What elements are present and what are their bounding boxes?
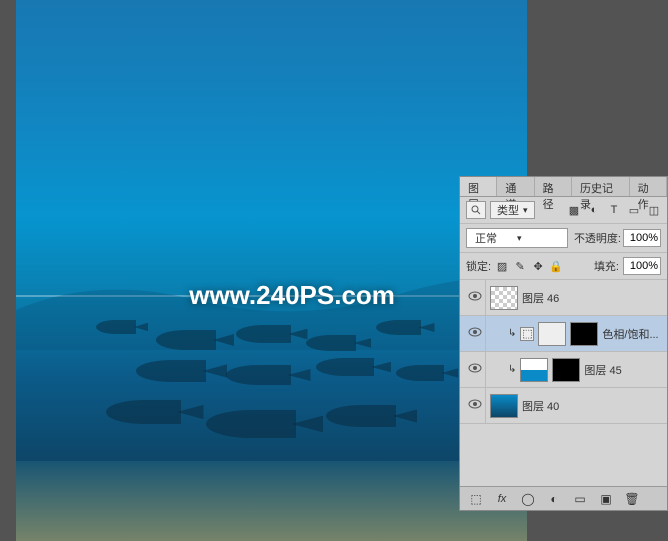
layer-name[interactable]: 图层 40: [522, 398, 559, 414]
search-icon: [471, 205, 481, 215]
layer-row[interactable]: ↳ 图层 45: [460, 352, 667, 388]
mask-thumbnail[interactable]: [570, 322, 598, 346]
blend-mode-value: 正常: [475, 230, 497, 246]
add-mask-icon[interactable]: ◯: [520, 491, 536, 507]
lock-pixels-icon[interactable]: ✎: [513, 259, 527, 273]
opacity-label: 不透明度:: [574, 230, 621, 246]
filter-pixel-icon[interactable]: ▩: [567, 203, 581, 217]
lock-icons: ▨ ✎ ✥ 🔒: [495, 259, 563, 273]
panel-tabs: 图层 通道 路径 历史记录 动作: [460, 177, 667, 197]
layer-thumbnail[interactable]: [520, 358, 548, 382]
visibility-toggle[interactable]: [468, 363, 482, 376]
blend-row: 正常 ▾ 不透明度:: [460, 224, 667, 253]
tab-actions[interactable]: 动作: [630, 177, 667, 196]
watermark-text: www.240PS.com: [189, 280, 395, 311]
layer-search[interactable]: [466, 201, 486, 219]
filter-smart-icon[interactable]: ◫: [647, 203, 661, 217]
clip-icon: ↳: [508, 364, 516, 375]
canvas[interactable]: www.240PS.com: [16, 0, 527, 541]
filter-icons: ▩ ◐ T ▭ ◫: [567, 203, 661, 217]
tab-paths[interactable]: 路径: [535, 177, 572, 196]
visibility-toggle[interactable]: [468, 291, 482, 304]
layer-row[interactable]: 图层 40: [460, 388, 667, 424]
layers-list: 图层 46 ↳ ⬚ 色相/饱和... ↳ 图层 45 图层 40: [460, 280, 667, 490]
filter-row: 类型 ▾ ▩ ◐ T ▭ ◫: [460, 197, 667, 224]
new-layer-icon[interactable]: ▣: [598, 491, 614, 507]
adjustment-thumbnail[interactable]: [538, 322, 566, 346]
link-icon[interactable]: ⬚: [520, 327, 534, 341]
layer-row[interactable]: ↳ ⬚ 色相/饱和...: [460, 316, 667, 352]
filter-type-icon[interactable]: T: [607, 203, 621, 217]
lock-all-icon[interactable]: 🔒: [549, 259, 563, 273]
tab-channels[interactable]: 通道: [497, 177, 534, 196]
layer-thumbnail[interactable]: [490, 394, 518, 418]
fx-icon[interactable]: fx: [494, 491, 510, 507]
coral-reef: [16, 461, 527, 541]
chevron-down-icon: ▾: [517, 233, 522, 244]
mask-thumbnail[interactable]: [552, 358, 580, 382]
fill-label: 填充:: [594, 258, 619, 274]
filter-type-select[interactable]: 类型 ▾: [490, 201, 535, 219]
new-adjustment-icon[interactable]: ◐: [546, 491, 562, 507]
lock-label: 锁定:: [466, 258, 491, 274]
layer-name[interactable]: 色相/饱和...: [602, 326, 658, 342]
tab-history[interactable]: 历史记录: [572, 177, 630, 196]
filter-shape-icon[interactable]: ▭: [627, 203, 641, 217]
layers-bottom-toolbar: ⬚ fx ◯ ◐ ▭ ▣ 🗑: [460, 486, 667, 510]
opacity-input[interactable]: [623, 229, 661, 247]
lock-row: 锁定: ▨ ✎ ✥ 🔒 填充:: [460, 253, 667, 280]
clip-icon: ↳: [508, 328, 516, 339]
new-group-icon[interactable]: ▭: [572, 491, 588, 507]
visibility-toggle[interactable]: [468, 327, 482, 340]
blend-mode-select[interactable]: 正常 ▾: [466, 228, 568, 248]
layer-thumbnail[interactable]: [490, 286, 518, 310]
link-layers-icon[interactable]: ⬚: [468, 491, 484, 507]
delete-layer-icon[interactable]: 🗑: [624, 491, 640, 507]
lock-position-icon[interactable]: ✥: [531, 259, 545, 273]
filter-type-label: 类型: [497, 202, 519, 218]
lock-transparency-icon[interactable]: ▨: [495, 259, 509, 273]
tab-layers[interactable]: 图层: [460, 177, 497, 196]
layer-row[interactable]: 图层 46: [460, 280, 667, 316]
fill-input[interactable]: [623, 257, 661, 275]
filter-adjust-icon[interactable]: ◐: [587, 203, 601, 217]
layers-panel: 图层 通道 路径 历史记录 动作 类型 ▾ ▩ ◐ T ▭ ◫ 正常 ▾ 不透明…: [459, 176, 668, 511]
opacity-group: 不透明度:: [574, 229, 661, 247]
chevron-down-icon: ▾: [523, 205, 528, 216]
visibility-toggle[interactable]: [468, 399, 482, 412]
fish-school: [76, 310, 496, 460]
layer-name[interactable]: 图层 46: [522, 290, 559, 306]
layer-name[interactable]: 图层 45: [584, 362, 621, 378]
